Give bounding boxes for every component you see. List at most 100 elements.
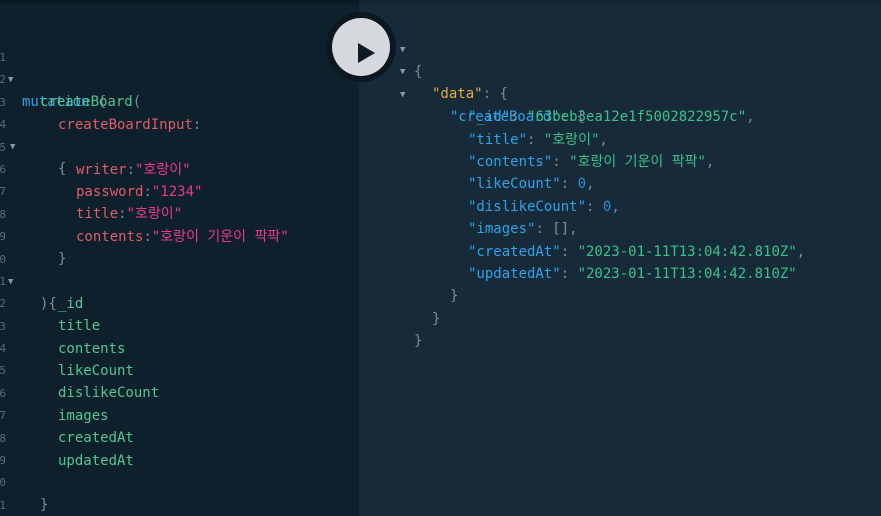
editor-line: 1 _id (0, 249, 83, 312)
arg-colon: : (143, 229, 152, 245)
arg-colon: : (126, 162, 136, 178)
arg-value: "호랑이 기운이 팍팍" (151, 229, 289, 245)
comma: , (599, 132, 608, 148)
editor-line: 1 ▼ mutation { (0, 25, 106, 110)
create-close-brace: } (450, 288, 459, 304)
result-field-row: "title": "호랑이", (359, 107, 608, 148)
editor-line: 5 writer:"호랑이" (0, 115, 191, 178)
open-paren: ( (132, 94, 142, 110)
field-key: "dislikeCount" (468, 199, 587, 215)
colon: : (482, 86, 500, 102)
editor-line: 6 password:"1234" (0, 137, 202, 200)
arg-colon: : (118, 206, 127, 222)
operation-name: createBoard (40, 94, 133, 110)
result-field-row: "updatedAt": "2023-01-11T13:04:42.810Z" (359, 241, 797, 282)
colon: : (560, 176, 578, 192)
field-key: "images" (468, 221, 536, 237)
field-key: "_id" (468, 109, 511, 125)
field-value: "63beb3ea12e1f5002822957c" (527, 109, 747, 125)
selection-field: dislikeCount (58, 385, 160, 401)
field-key: "updatedAt" (468, 266, 561, 282)
editor-line: 2 title (0, 271, 100, 334)
editor-line: 0 } (0, 450, 51, 513)
result-field-row: "images": [], (359, 196, 578, 237)
selection-field: title (58, 318, 101, 334)
field-key: "contents" (468, 154, 553, 170)
field-value: "호랑이 기운이 팍팍" (569, 154, 706, 170)
selection-field: updatedAt (58, 453, 134, 469)
play-icon (358, 43, 375, 63)
field-value: "2023-01-11T13:04:42.810Z" (577, 266, 797, 282)
data-key: "data" (432, 86, 483, 102)
editor-line: 5 dislikeCount (0, 338, 159, 401)
field-value: 0 (577, 176, 587, 192)
comma: , (746, 109, 755, 125)
result-viewer: ▼ { ▼ "data": { ▼ "createBoard": { "_id"… (359, 0, 881, 516)
arg-name: contents (76, 229, 144, 245)
arg-value: "1234" (151, 184, 203, 200)
selection-field: images (58, 408, 109, 424)
graphql-playground: 1 ▼ mutation { 2 createBoard( 3 createBo… (0, 0, 881, 516)
result-line: } (359, 286, 440, 327)
execute-query-button-face[interactable] (332, 18, 390, 76)
selection-field: likeCount (58, 363, 134, 379)
colon: : (192, 117, 202, 133)
input-open-brace: { (58, 161, 67, 177)
field-value: "호랑이" (543, 132, 600, 148)
editor-line: 4 ▼ { (0, 92, 66, 177)
colon: : (527, 132, 544, 148)
editor-line: 9 } (0, 204, 66, 267)
result-field-row: "likeCount": 0, (359, 151, 594, 192)
selection-field: createdAt (58, 430, 134, 446)
field-value: [] (552, 221, 570, 237)
field-key: "title" (468, 132, 528, 148)
colon: : (510, 109, 528, 125)
result-field-row: "_id": "63beb3ea12e1f5002822957c", (359, 84, 755, 125)
arg-value: "호랑이" (126, 206, 183, 222)
editor-line: 7 createdAt (0, 383, 134, 446)
field-key: "likeCount" (468, 176, 561, 192)
colon: : (535, 221, 553, 237)
result-field-row: "createdAt": "2023-01-11T13:04:42.810Z", (359, 219, 805, 260)
arg-name: password (76, 184, 144, 200)
colon: : (586, 199, 603, 215)
editor-line: 0 ▼ ){ (0, 227, 57, 312)
editor-line: 9 (0, 428, 51, 467)
comma: , (611, 199, 620, 215)
result-close-brace: } (414, 333, 423, 349)
editor-line: 3 createBoardInput: (0, 70, 201, 133)
editor-line: 7 title:"호랑이" (0, 159, 182, 222)
query-editor[interactable]: 1 ▼ mutation { 2 createBoard( 3 createBo… (0, 0, 359, 516)
editor-line: 4 likeCount (0, 316, 134, 379)
field-value: "2023-01-11T13:04:42.810Z" (577, 244, 797, 260)
editor-line: 3 contents (0, 294, 125, 357)
arg-name: writer (76, 162, 127, 178)
editor-line: 2 createBoard( (0, 47, 141, 110)
input-argument: createBoardInput (58, 117, 193, 133)
comma: , (569, 221, 578, 237)
result-line: } (359, 308, 422, 349)
data-close-brace: } (432, 311, 441, 327)
selection-field: contents (58, 341, 126, 357)
execute-query-button[interactable] (326, 12, 396, 82)
result-field-row: "dislikeCount": 0, (359, 174, 620, 215)
data-open-brace: { (499, 86, 508, 102)
editor-line: 1 } (0, 473, 51, 512)
colon: : (560, 266, 578, 282)
arg-colon: : (143, 184, 152, 200)
arg-name: title (76, 206, 119, 222)
result-line: } (359, 263, 458, 304)
editor-line: 8 contents:"호랑이 기운이 팍팍" (0, 182, 289, 245)
colon: : (560, 244, 578, 260)
comma: , (796, 244, 806, 260)
colon: : (552, 154, 570, 170)
field-key: "createdAt" (468, 244, 561, 260)
editor-line: 8 updatedAt (0, 406, 134, 469)
selection-field: _id (58, 296, 84, 312)
line-number: 1 (0, 499, 6, 512)
editor-line: 6 images (0, 361, 109, 424)
comma: , (705, 154, 715, 170)
input-close-brace: } (58, 251, 67, 267)
arg-value: "호랑이" (135, 162, 191, 178)
result-open-brace: { (414, 64, 423, 80)
